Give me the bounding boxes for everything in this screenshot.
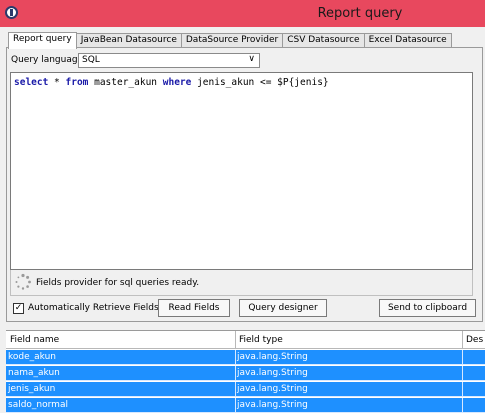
column-divider: [235, 331, 236, 349]
query-language-select[interactable]: SQL ∨: [78, 53, 260, 68]
field-name-cell: saldo_normal: [8, 400, 68, 410]
column-divider: [235, 350, 236, 365]
query-editor[interactable]: select * from master_akun where jenis_ak…: [10, 72, 473, 270]
column-divider: [462, 382, 463, 397]
query-designer-button[interactable]: Query designer: [239, 299, 327, 317]
query-part: *: [48, 77, 66, 88]
status-text: Fields provider for sql queries ready.: [36, 278, 200, 288]
field-name-cell: jenis_akun: [8, 384, 56, 394]
column-divider: [462, 398, 463, 413]
tab-strip: Report query JavaBean Datasource DataSou…: [8, 32, 452, 49]
query-language-value: SQL: [82, 55, 100, 65]
tab-javabean-datasource[interactable]: JavaBean Datasource: [75, 33, 182, 48]
spinner-icon: [15, 273, 31, 290]
keyword-from: from: [65, 77, 89, 88]
chevron-down-icon: ∨: [248, 54, 255, 64]
tab-csv-datasource[interactable]: CSV Datasource: [282, 33, 365, 48]
table-row[interactable]: saldo_normal java.lang.String: [6, 398, 485, 413]
query-part: jenis_akun <= $P{jenis}: [191, 77, 329, 88]
query-part: master_akun: [88, 77, 163, 88]
field-type-cell: java.lang.String: [237, 352, 308, 362]
field-type-cell: java.lang.String: [237, 368, 308, 378]
column-divider: [462, 331, 463, 349]
tab-excel-datasource[interactable]: Excel Datasource: [363, 33, 452, 48]
auto-retrieve-checkbox[interactable]: ✓: [13, 303, 24, 314]
fields-table: Field name Field type Des kode_akun java…: [6, 330, 485, 413]
app-icon: [5, 6, 18, 19]
field-type-cell: java.lang.String: [237, 384, 308, 394]
table-header: Field name Field type Des: [6, 331, 485, 349]
field-type-cell: java.lang.String: [237, 400, 308, 410]
field-name-cell: nama_akun: [8, 368, 60, 378]
column-field-type[interactable]: Field type: [239, 335, 283, 345]
send-to-clipboard-button[interactable]: Send to clipboard: [379, 299, 476, 317]
tab-report-query[interactable]: Report query: [8, 32, 77, 49]
column-divider: [235, 398, 236, 413]
column-divider: [235, 366, 236, 381]
query-language-label: Query language: [11, 55, 84, 65]
table-row[interactable]: nama_akun java.lang.String: [6, 366, 485, 381]
table-row[interactable]: kode_akun java.lang.String: [6, 350, 485, 365]
column-divider: [235, 382, 236, 397]
read-fields-button[interactable]: Read Fields: [158, 299, 230, 317]
title-bar: Report query: [0, 0, 485, 27]
keyword-select: select: [14, 77, 49, 88]
query-text: select * from master_akun where jenis_ak…: [14, 77, 329, 88]
column-divider: [462, 350, 463, 365]
keyword-where: where: [162, 77, 192, 88]
field-name-cell: kode_akun: [8, 352, 57, 362]
status-bar: Fields provider for sql queries ready.: [10, 270, 473, 296]
tab-datasource-provider[interactable]: DataSource Provider: [180, 33, 284, 48]
auto-retrieve-label: Automatically Retrieve Fields: [28, 303, 159, 313]
column-divider: [462, 366, 463, 381]
column-field-name[interactable]: Field name: [10, 335, 59, 345]
window-title: Report query: [317, 6, 403, 21]
table-row[interactable]: jenis_akun java.lang.String: [6, 382, 485, 397]
column-description[interactable]: Des: [466, 335, 483, 345]
